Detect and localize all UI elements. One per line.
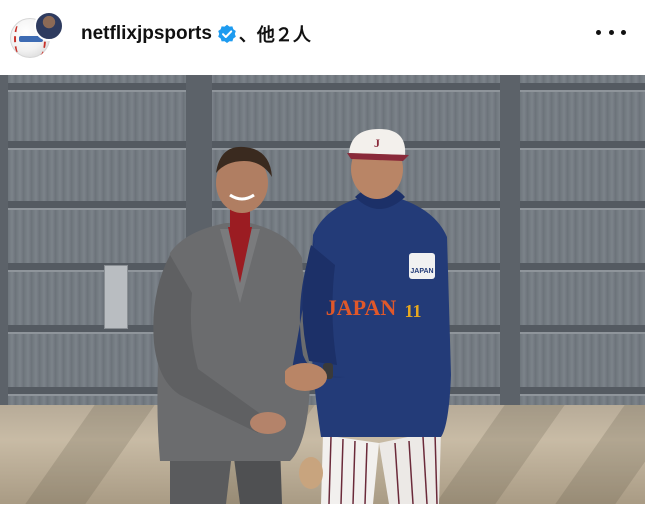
- jersey-patch: JAPAN: [410, 268, 433, 275]
- jersey-number: 11: [404, 301, 421, 321]
- wall-post: [0, 75, 8, 405]
- coauthor-avatar: [34, 11, 64, 41]
- jersey-lettering: JAPAN: [326, 295, 397, 320]
- cap-letter: J: [374, 136, 380, 150]
- more-horizontal-icon[interactable]: [596, 22, 626, 42]
- account-avatar[interactable]: [10, 8, 64, 60]
- post-photo[interactable]: J JAPAN JAPAN 11: [0, 75, 645, 504]
- wall-box: [104, 265, 128, 329]
- baseball-player: J JAPAN JAPAN 11: [285, 129, 451, 504]
- post-header: netflixjpsports 、他２人: [0, 0, 645, 72]
- wall-band: [0, 83, 645, 90]
- verified-badge-icon: [217, 24, 237, 44]
- account-name-link[interactable]: netflixjpsports: [81, 23, 212, 45]
- account-line: netflixjpsports 、他２人: [81, 21, 311, 47]
- wall-post: [500, 75, 520, 405]
- coauthors-link[interactable]: 、他２人: [239, 21, 311, 47]
